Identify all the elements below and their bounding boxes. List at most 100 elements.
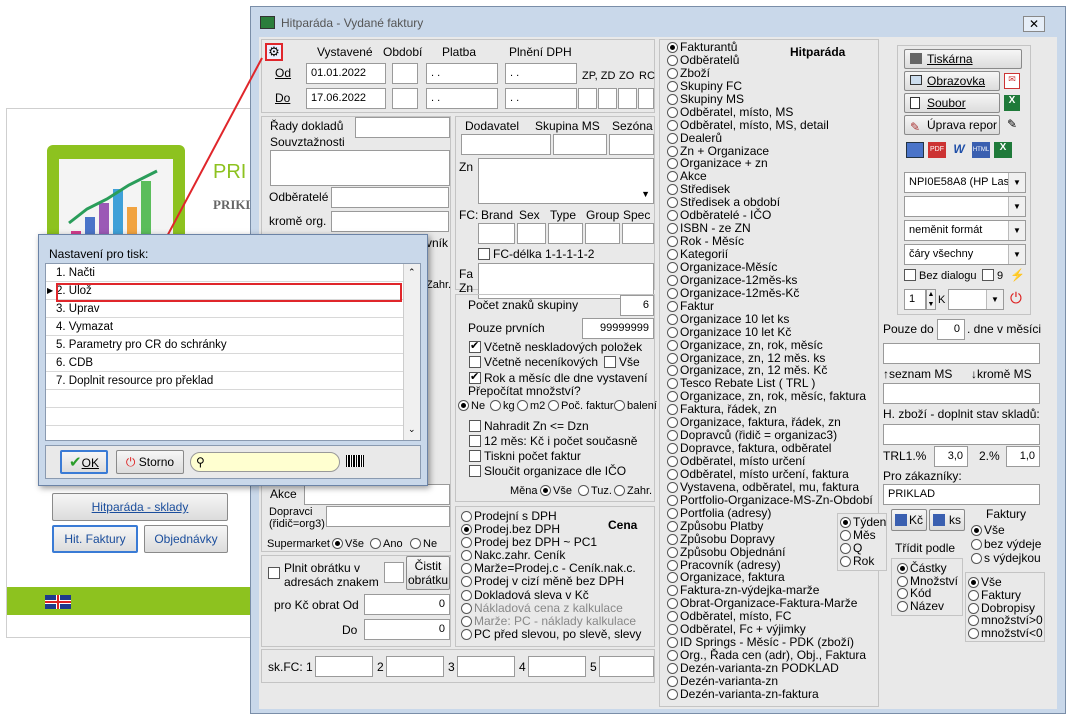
od-date-input[interactable]: 01.01.2022 bbox=[306, 63, 386, 84]
hitparada-sklady-button[interactable]: Hitparáda - sklady bbox=[52, 493, 228, 521]
radio-button[interactable] bbox=[667, 404, 678, 416]
dodavatel-input[interactable] bbox=[461, 134, 551, 155]
ks-toggle-button[interactable]: ks bbox=[929, 509, 965, 531]
radio-button[interactable] bbox=[667, 119, 678, 131]
baleni-radio[interactable]: balení bbox=[614, 400, 657, 412]
do-date-input[interactable]: 17.06.2022 bbox=[306, 88, 386, 109]
bez-dialogu-checkbox[interactable]: Bez dialogu bbox=[904, 269, 977, 282]
radio-button[interactable] bbox=[461, 511, 472, 522]
radio-button[interactable] bbox=[461, 550, 472, 562]
radio-button[interactable] bbox=[461, 615, 472, 627]
trl1-input[interactable]: 3,0 bbox=[934, 446, 968, 467]
radio-button[interactable] bbox=[667, 598, 678, 610]
radio-button[interactable] bbox=[461, 563, 472, 575]
radio-button[interactable] bbox=[971, 553, 982, 564]
plnit-znak-input[interactable] bbox=[384, 562, 404, 583]
radio-button[interactable] bbox=[840, 556, 851, 567]
radio-button[interactable] bbox=[667, 261, 678, 273]
dopravci-input[interactable] bbox=[326, 506, 450, 527]
radio-button[interactable] bbox=[667, 274, 678, 286]
radio-button[interactable] bbox=[667, 197, 678, 209]
excel2-icon[interactable]: X bbox=[994, 142, 1012, 158]
pocet-znaku-input[interactable]: 6 bbox=[620, 295, 654, 316]
radio-button[interactable] bbox=[667, 456, 678, 467]
rc-input[interactable] bbox=[638, 88, 654, 109]
krome-org-input[interactable] bbox=[331, 211, 449, 232]
storno-button[interactable]: ⏻ Storno bbox=[116, 450, 184, 474]
radio-button[interactable] bbox=[667, 624, 678, 636]
radio-button[interactable] bbox=[840, 517, 851, 528]
tiskarna-button[interactable]: Tiskárna bbox=[904, 49, 1022, 69]
dialog-scrollbar[interactable]: ⌃ ⌄ bbox=[403, 264, 420, 440]
rok-mesic-checkbox[interactable]: Rok a měsíc dle dne vystavení bbox=[469, 370, 647, 385]
radio-button[interactable] bbox=[897, 600, 908, 612]
mena-vse-radio[interactable]: Vše bbox=[540, 485, 572, 497]
radio-button[interactable] bbox=[667, 559, 678, 571]
kc-toggle-button[interactable]: Kč bbox=[891, 509, 927, 531]
skfc-3-input[interactable] bbox=[457, 656, 515, 677]
radio-button[interactable] bbox=[667, 468, 678, 480]
plneni-od-input[interactable]: . . bbox=[505, 63, 577, 84]
fc-delka-checkbox[interactable]: FC-délka 1-1-1-1-2 bbox=[478, 247, 594, 261]
word-icon[interactable]: W bbox=[950, 142, 968, 158]
radio-button[interactable] bbox=[667, 80, 678, 92]
nahradit-checkbox[interactable]: Nahradit Zn <= Dzn bbox=[469, 419, 589, 433]
radio-button[interactable] bbox=[667, 443, 678, 455]
dialog-list-item[interactable]: 7. Doplnit resource pro překlad bbox=[46, 372, 420, 390]
radio-button[interactable] bbox=[968, 589, 979, 601]
pro-zakazniky-input[interactable]: PRIKLAD bbox=[883, 484, 1040, 505]
dialog-list-item[interactable]: 5. Parametry pro CR do schránky bbox=[46, 336, 420, 354]
supermarket-ano-radio[interactable]: Ano bbox=[370, 538, 403, 550]
radio-button[interactable] bbox=[667, 688, 678, 700]
nine-checkbox[interactable]: 9 bbox=[982, 269, 1003, 282]
faktury-radio-bez_vyd[interactable]: bez výdeje bbox=[971, 537, 1041, 551]
radio-button[interactable] bbox=[667, 481, 678, 493]
skfc-4-input[interactable] bbox=[528, 656, 586, 677]
radio-button[interactable] bbox=[667, 42, 678, 53]
necen-vse-checkbox[interactable]: Vše bbox=[604, 355, 640, 369]
power-icon[interactable]: ⏻ bbox=[1010, 290, 1022, 307]
printer-select[interactable]: NPI0E58A8 (HP Lase ▼ bbox=[904, 172, 1026, 193]
zn-scroll-down-icon[interactable]: ▼ bbox=[641, 189, 650, 199]
supermarket-vse-radio[interactable]: Vše bbox=[332, 538, 364, 550]
objednavky-button[interactable]: Objednávky bbox=[144, 525, 228, 553]
radio-button[interactable] bbox=[667, 507, 678, 519]
pouze-prvnich-input[interactable]: 99999999 bbox=[582, 318, 654, 339]
radio-button[interactable] bbox=[667, 184, 678, 196]
sezona-input[interactable] bbox=[609, 134, 654, 155]
radio-button[interactable] bbox=[461, 589, 472, 601]
type-input[interactable] bbox=[548, 223, 583, 244]
obdobi-do-input[interactable] bbox=[392, 88, 418, 109]
format-select[interactable]: neměnit formát ▼ bbox=[904, 220, 1026, 241]
settings-gear-button[interactable]: ⚙ bbox=[265, 43, 283, 61]
radio-button[interactable] bbox=[667, 637, 678, 649]
k-select[interactable]: ▼ bbox=[948, 289, 1004, 310]
sex-input[interactable] bbox=[517, 223, 546, 244]
radio-button[interactable] bbox=[461, 537, 472, 549]
dialog-list-item[interactable]: 6. CDB bbox=[46, 354, 420, 372]
radio-button[interactable] bbox=[667, 249, 678, 260]
rady-input[interactable] bbox=[355, 117, 450, 138]
cary-select[interactable]: čáry všechny ▼ bbox=[904, 244, 1026, 265]
radio-button[interactable] bbox=[667, 546, 678, 558]
radio-button[interactable] bbox=[461, 576, 472, 588]
dialog-list-item[interactable]: 3. Uprav bbox=[46, 300, 420, 318]
mena-tuz-radio[interactable]: Tuz. bbox=[578, 485, 612, 497]
radio-button[interactable] bbox=[667, 663, 678, 674]
plnit-checkbox[interactable] bbox=[268, 566, 283, 580]
radio-button[interactable] bbox=[897, 575, 908, 587]
f2-radio-4[interactable]: množství<0 bbox=[968, 627, 1043, 640]
radio-button[interactable] bbox=[667, 287, 678, 299]
close-window-button[interactable]: ✕ bbox=[1023, 16, 1045, 32]
faktury-radio-fvse[interactable]: Vše bbox=[971, 523, 1041, 537]
odberatele-input[interactable] bbox=[331, 187, 449, 208]
radio-button[interactable] bbox=[667, 533, 678, 545]
akce-input[interactable] bbox=[304, 484, 450, 505]
radio-button[interactable] bbox=[667, 378, 678, 390]
radio-button[interactable] bbox=[968, 615, 979, 627]
skfc-1-input[interactable] bbox=[315, 656, 373, 677]
cena-radio-9[interactable]: PC před slevou, po slevě, slevy bbox=[461, 627, 641, 641]
radio-button[interactable] bbox=[667, 171, 678, 183]
radio-button[interactable] bbox=[461, 628, 472, 640]
ok-button[interactable]: ✔OK bbox=[60, 450, 108, 474]
